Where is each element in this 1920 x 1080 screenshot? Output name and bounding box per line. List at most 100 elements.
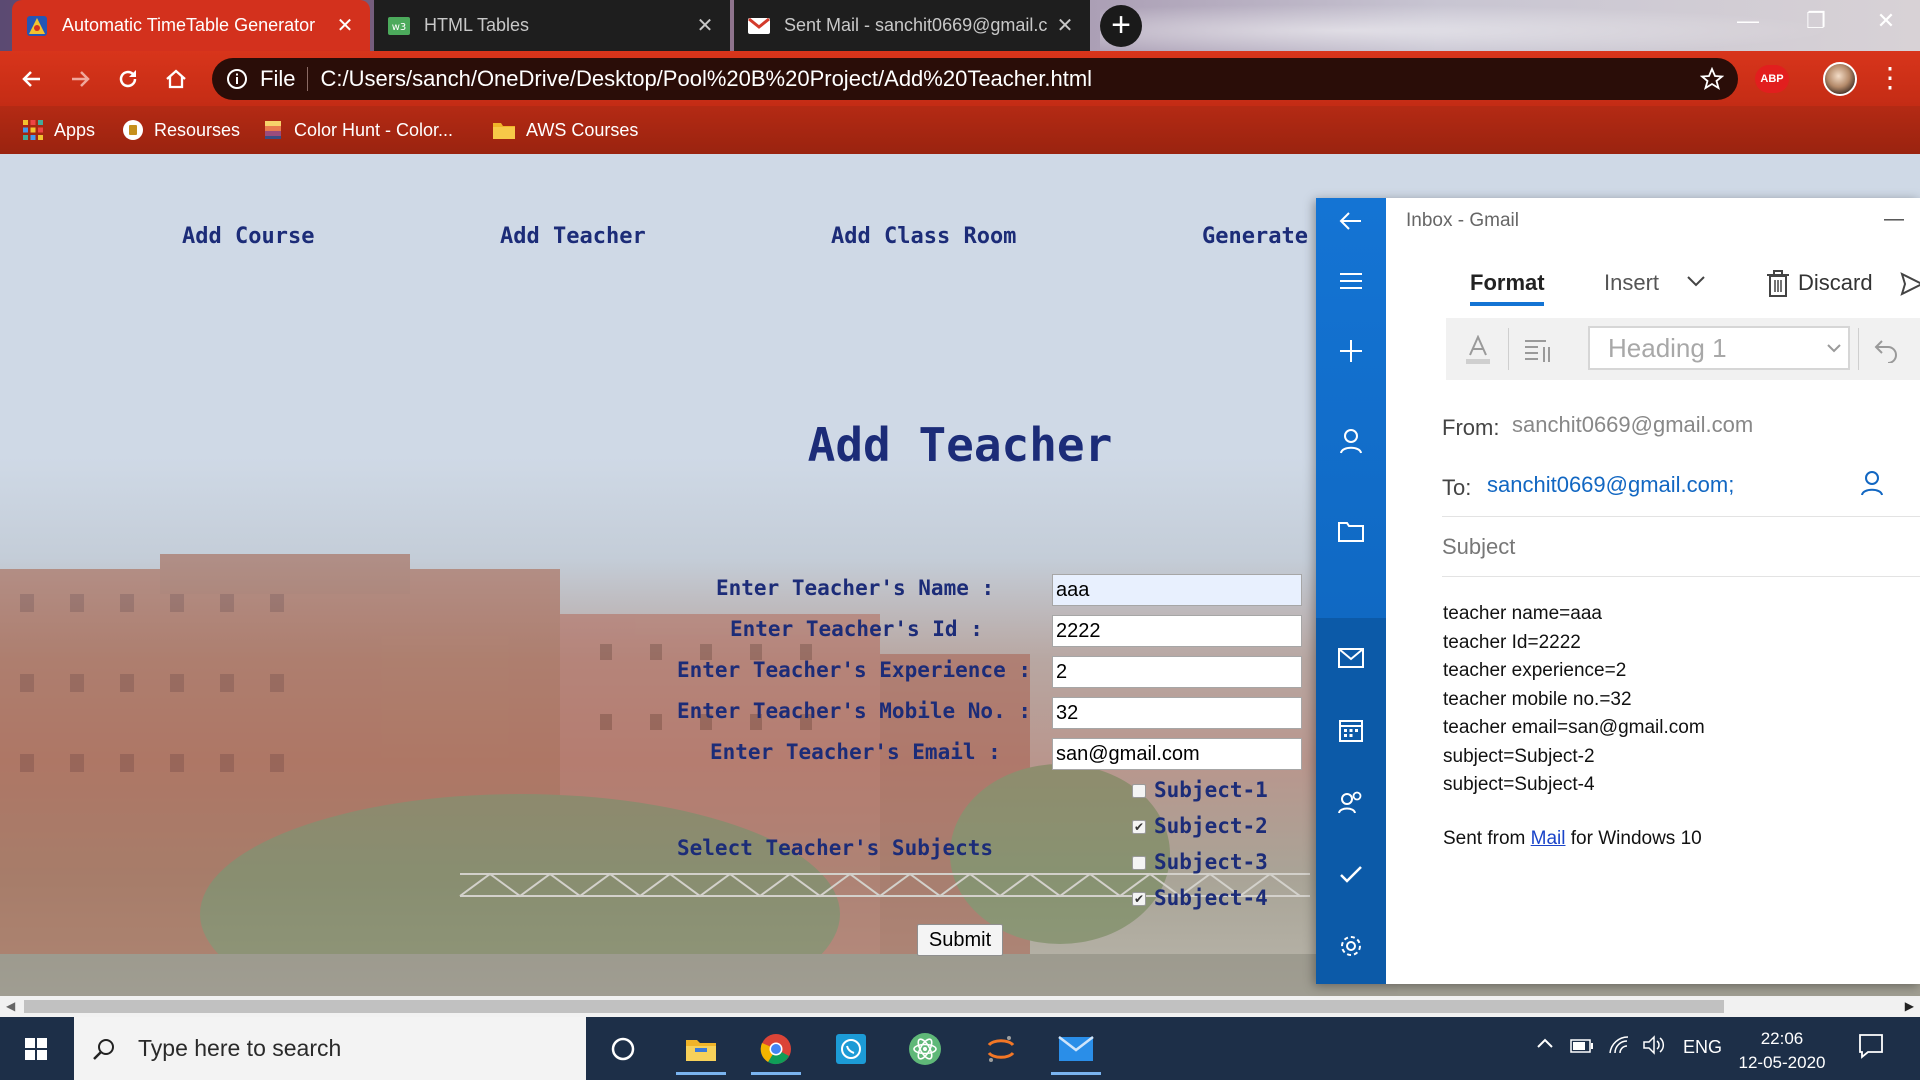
forward-icon[interactable] (62, 61, 98, 97)
avatar[interactable] (1823, 62, 1857, 96)
teacher-email-input[interactable] (1052, 738, 1302, 770)
svg-text:w3: w3 (392, 22, 407, 33)
taskbar-clock[interactable]: 22:06 12-05-2020 (1730, 1027, 1834, 1075)
wifi-icon[interactable] (1608, 1035, 1632, 1055)
atom-icon[interactable] (894, 1023, 956, 1075)
reload-icon[interactable] (110, 61, 146, 97)
home-icon[interactable] (158, 61, 194, 97)
bookmark-resourses[interactable]: Resourses (122, 115, 240, 145)
close-window-icon[interactable]: ✕ (1866, 8, 1906, 38)
undo-icon[interactable] (1866, 332, 1906, 368)
tab-sent-mail[interactable]: Sent Mail - sanchit0669@gmail.c ✕ (734, 0, 1090, 51)
subject-1-checkbox[interactable] (1132, 784, 1146, 798)
mail-icon[interactable] (1045, 1023, 1107, 1075)
taskbar-search-box[interactable]: Type here to search (74, 1017, 586, 1080)
message-body[interactable]: teacher name=aaa teacher Id=2222 teacher… (1443, 600, 1705, 800)
file-explorer-icon[interactable] (670, 1023, 732, 1075)
mail-app-link[interactable]: Mail (1531, 828, 1566, 849)
close-icon[interactable]: ✕ (334, 15, 356, 37)
nav-add-class-room[interactable]: Add Class Room (831, 224, 1016, 249)
notification-center-icon[interactable] (1858, 1033, 1884, 1059)
settings-gear-icon[interactable] (1331, 926, 1371, 966)
back-arrow-icon[interactable] (1331, 201, 1371, 241)
horizontal-scrollbar[interactable]: ◀ ▶ (0, 996, 1920, 1017)
bookmark-label: AWS Courses (526, 119, 639, 140)
teacher-id-input[interactable] (1052, 615, 1302, 647)
tab-format[interactable]: Format (1470, 270, 1545, 296)
app-logo-icon (26, 15, 48, 37)
nav-generate[interactable]: Generate (1202, 224, 1308, 249)
mail-icon[interactable] (1331, 638, 1371, 678)
info-icon[interactable] (226, 68, 248, 90)
color-hunt-icon (262, 119, 284, 141)
volume-icon[interactable] (1642, 1035, 1666, 1055)
whatsapp-icon[interactable] (820, 1023, 882, 1075)
body-line: teacher mobile no.=32 (1443, 688, 1632, 710)
calendar-icon[interactable] (1331, 710, 1371, 750)
paragraph-style-select[interactable]: Heading 1 (1588, 326, 1850, 370)
to-label: To: (1442, 475, 1472, 500)
signature-prefix: Sent from (1443, 828, 1531, 849)
submit-button[interactable]: Submit (917, 924, 1003, 956)
teacher-mobile-input[interactable] (1052, 697, 1302, 729)
teacher-experience-label: Enter Teacher's Experience : (677, 658, 1032, 682)
bookmark-aws-courses[interactable]: AWS Courses (492, 115, 638, 145)
people-icon[interactable] (1331, 782, 1371, 822)
language-indicator[interactable]: ENG (1683, 1037, 1722, 1058)
font-color-icon[interactable] (1458, 332, 1498, 368)
close-icon[interactable]: ✕ (1054, 15, 1076, 37)
windows-start-icon[interactable] (12, 1031, 60, 1067)
chevron-down-icon[interactable] (1686, 274, 1706, 288)
url-text[interactable]: C:/Users/sanch/OneDrive/Desktop/Pool%20B… (320, 66, 1092, 92)
close-icon[interactable]: ✕ (694, 15, 716, 37)
subject-2-checkbox[interactable]: ✔ (1132, 820, 1146, 834)
tab-insert[interactable]: Insert (1604, 270, 1659, 296)
adblock-extension-icon[interactable]: ABP (1755, 65, 1789, 93)
cortana-icon[interactable] (592, 1023, 654, 1075)
discard-button[interactable]: Discard (1798, 270, 1873, 296)
nav-add-teacher[interactable]: Add Teacher (500, 224, 646, 249)
trash-icon[interactable] (1766, 270, 1790, 298)
battery-icon[interactable] (1570, 1039, 1594, 1053)
bookmark-color-hunt[interactable]: Color Hunt - Color... (262, 115, 453, 145)
subject-4-label: Subject-4 (1154, 886, 1268, 910)
nav-add-course[interactable]: Add Course (182, 224, 314, 249)
paragraph-format-icon[interactable] (1518, 332, 1558, 368)
scroll-right-icon[interactable]: ▶ (1905, 999, 1914, 1013)
scroll-left-icon[interactable]: ◀ (6, 999, 15, 1013)
address-bar[interactable]: File C:/Users/sanch/OneDrive/Desktop/Poo… (212, 58, 1738, 100)
hamburger-menu-icon[interactable] (1331, 261, 1371, 301)
todo-check-icon[interactable] (1331, 854, 1371, 894)
folder-icon[interactable] (1331, 511, 1371, 551)
paragraph-style-value: Heading 1 (1608, 333, 1727, 363)
scrollbar-thumb[interactable] (24, 1000, 1724, 1013)
teacher-experience-input[interactable] (1052, 656, 1302, 688)
chrome-icon[interactable] (745, 1023, 807, 1075)
send-icon[interactable] (1900, 272, 1920, 296)
tab-html-tables[interactable]: w3 HTML Tables ✕ (374, 0, 730, 51)
to-recipient[interactable]: sanchit0669@gmail.com; (1487, 472, 1734, 498)
teacher-id-label: Enter Teacher's Id : (730, 617, 983, 641)
jupyter-icon[interactable] (970, 1023, 1032, 1075)
back-icon[interactable] (14, 61, 50, 97)
new-mail-plus-icon[interactable] (1331, 331, 1371, 371)
bookmark-label: Color Hunt - Color... (294, 119, 454, 140)
tray-chevron-up-icon[interactable] (1536, 1037, 1554, 1049)
tab-automatic-timetable[interactable]: Automatic TimeTable Generator ✕ (12, 0, 370, 51)
subject-3-checkbox[interactable] (1132, 856, 1146, 870)
bookmark-star-icon[interactable] (1700, 67, 1724, 91)
subject-field[interactable]: Subject (1442, 534, 1515, 560)
subject-4-checkbox[interactable]: ✔ (1132, 892, 1146, 906)
account-icon[interactable] (1331, 421, 1371, 461)
new-tab-button[interactable]: + (1100, 5, 1142, 47)
bookmark-apps[interactable]: Apps (22, 115, 95, 145)
mail-window-title: Inbox - Gmail (1406, 210, 1519, 231)
teacher-name-input[interactable] (1052, 574, 1302, 606)
more-menu-icon[interactable]: ⋮ (1876, 63, 1904, 95)
minimize-icon[interactable]: — (1728, 8, 1768, 38)
from-address[interactable]: sanchit0669@gmail.com (1512, 412, 1753, 438)
contact-picker-icon[interactable] (1860, 470, 1884, 496)
formatting-toolbar: Heading 1 (1446, 318, 1920, 380)
restore-icon[interactable]: ❐ (1796, 8, 1836, 38)
minimize-icon[interactable]: — (1884, 208, 1904, 231)
